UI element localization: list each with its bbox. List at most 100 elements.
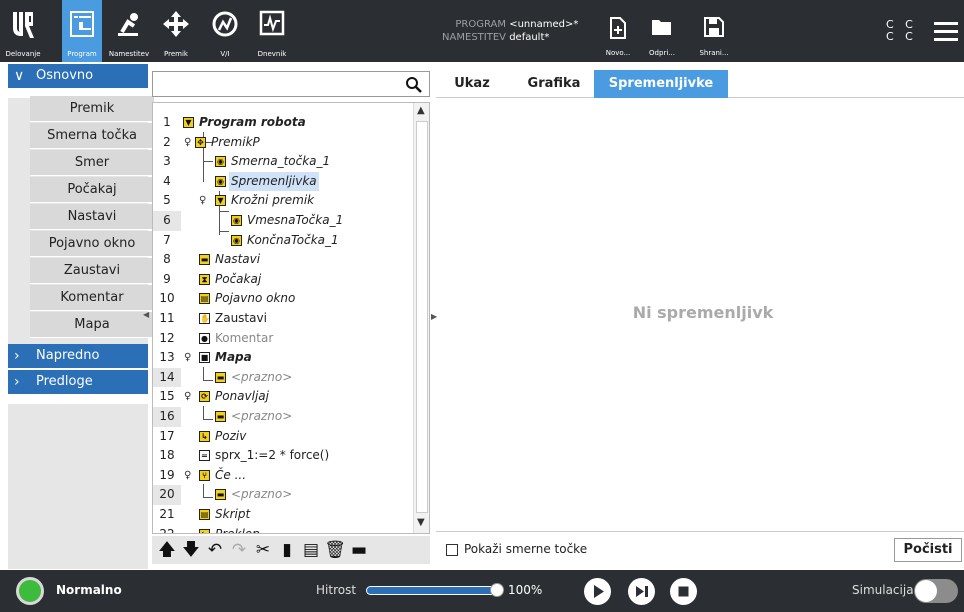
- nav-program[interactable]: Program: [62, 0, 102, 62]
- node-smerna-tocka[interactable]: Smerna točka: [30, 123, 154, 149]
- tree-row[interactable]: 5 ♀ ▼ Krožni premik: [153, 191, 415, 211]
- nav-premik-label: Premik: [164, 50, 188, 58]
- step-button[interactable]: [628, 578, 655, 605]
- show-waypoints-checkbox[interactable]: [446, 544, 458, 556]
- tree-row[interactable]: 10 ▤ Pojavno okno: [153, 289, 415, 309]
- open-button[interactable]: Odpri...: [642, 0, 682, 62]
- tree-row-selected[interactable]: 4 ◉ Spremenljivka: [153, 171, 415, 192]
- node-premik[interactable]: Premik: [30, 96, 154, 122]
- speed-slider[interactable]: [366, 586, 498, 595]
- node-smer[interactable]: Smer: [30, 150, 154, 176]
- undo-icon[interactable]: ↶: [204, 539, 226, 561]
- scroll-down-icon[interactable]: ▼: [417, 517, 425, 528]
- cc-indicator[interactable]: C C C C: [886, 19, 917, 43]
- play-button[interactable]: [584, 578, 611, 605]
- category-napredno[interactable]: › Napredno: [8, 344, 148, 368]
- tree-row[interactable]: 17 ↳ Poziv: [153, 427, 415, 447]
- nav-delovanje[interactable]: Delovanje: [0, 0, 46, 62]
- chevron-right-icon: ›: [14, 374, 20, 390]
- tree-row[interactable]: 18 = sprx_1:=2 * force(): [153, 446, 415, 466]
- expand-pin-icon[interactable]: ♀: [184, 133, 191, 153]
- tree-row[interactable]: 22 ⇆ Preklop: [153, 525, 415, 533]
- node-komentar[interactable]: Komentar: [30, 285, 154, 311]
- stop-icon: [678, 586, 689, 597]
- variables-footer: Pokaži smerne točke Počisti: [436, 531, 964, 569]
- tree-row[interactable]: 3 ◉ Smerna_točka_1: [153, 152, 415, 172]
- node-zaustavi[interactable]: Zaustavi: [30, 258, 154, 284]
- tree-row[interactable]: 2 ♀ ✥ PremikP: [153, 133, 415, 153]
- redo-icon[interactable]: ↷: [228, 539, 250, 561]
- line-number: 6: [153, 211, 181, 231]
- node-mapa[interactable]: Mapa: [30, 312, 154, 338]
- move-down-icon[interactable]: 🡇: [180, 539, 202, 561]
- line-number: 14: [153, 367, 181, 388]
- paste-icon[interactable]: ▤: [300, 539, 322, 561]
- program-icon: [70, 11, 94, 37]
- nav-premik[interactable]: Premik: [158, 0, 194, 62]
- suppress-icon[interactable]: ▬: [348, 539, 370, 561]
- nav-vi-label: V/I: [220, 50, 230, 58]
- scroll-up-icon[interactable]: ▲: [417, 105, 425, 116]
- node-label: Če ...: [215, 467, 247, 482]
- node-label: <prazno>: [231, 487, 293, 502]
- collapse-middle-handle[interactable]: ▶: [431, 312, 437, 321]
- tree-row[interactable]: 11 ✋ Zaustavi: [153, 309, 415, 329]
- nav-dnevnik[interactable]: Dnevnik: [254, 0, 290, 62]
- delete-icon[interactable]: 🗑: [324, 539, 346, 561]
- scrollbar-thumb[interactable]: [416, 121, 428, 513]
- move-icon: [163, 11, 189, 37]
- search-icon[interactable]: [405, 76, 423, 94]
- expand-pin-icon[interactable]: ♀: [199, 191, 206, 211]
- new-button[interactable]: Novo...: [598, 0, 638, 62]
- expand-pin-icon[interactable]: ♀: [184, 387, 191, 407]
- category-predloge[interactable]: › Predloge: [8, 370, 148, 394]
- tree-row[interactable]: 15 ♀ ⟳ Ponavljaj: [153, 387, 415, 407]
- show-waypoints-label[interactable]: Pokaži smerne točke: [464, 542, 587, 556]
- tree-row[interactable]: 8 ▬ Nastavi: [153, 250, 415, 270]
- line-number: 21: [159, 507, 175, 521]
- copy-icon[interactable]: ▮: [276, 539, 298, 561]
- expand-pin-icon[interactable]: ♀: [184, 466, 191, 486]
- node-pojavno-okno[interactable]: Pojavno okno: [30, 231, 154, 257]
- expand-pin-icon[interactable]: ♀: [184, 348, 191, 368]
- tree-scrollbar[interactable]: ▲ ▼: [413, 103, 429, 533]
- tree-row[interactable]: 6 ◉ VmesnaTočka_1: [153, 211, 415, 231]
- simulation-toggle[interactable]: [914, 579, 958, 603]
- node-pocakaj[interactable]: Počakaj: [30, 177, 154, 203]
- tree-row[interactable]: 20 ▬ <prazno>: [153, 485, 415, 505]
- ur-logo-icon: [13, 12, 34, 38]
- tab-spremenljivke[interactable]: Spremenljivke: [594, 70, 728, 98]
- robot-status-label[interactable]: Normalno: [56, 583, 122, 597]
- tree-row[interactable]: 19 ♀ ⑂ Če ...: [153, 466, 415, 486]
- tree-row[interactable]: 21 ▤ Skript: [153, 505, 415, 525]
- node-nastavi[interactable]: Nastavi: [30, 204, 154, 230]
- save-button[interactable]: Shrani...: [694, 0, 734, 62]
- stop-button[interactable]: [670, 578, 697, 605]
- line-number: 13: [159, 350, 175, 365]
- tab-ukaz[interactable]: Ukaz: [444, 70, 500, 98]
- tree-row[interactable]: 13 ♀ ■ Mapa: [153, 348, 415, 368]
- collapse-left-handle[interactable]: ◀: [143, 310, 149, 319]
- tree-row[interactable]: 14 ▬ <prazno>: [153, 367, 415, 388]
- search-input[interactable]: [152, 71, 430, 97]
- category-osnovno[interactable]: ∨ Osnovno: [8, 64, 148, 88]
- clear-button[interactable]: Počisti: [894, 538, 962, 562]
- tree-row[interactable]: 7 ◉ KončnaTočka_1: [153, 231, 415, 251]
- hamburger-menu-icon[interactable]: [934, 22, 958, 41]
- program-tree-panel: 1 ▼ Program robota 2 ♀ ✥ PremikP 3 ◉ Sme…: [152, 62, 430, 569]
- collapse-toggle-icon[interactable]: ▼: [215, 195, 226, 207]
- tab-grafika[interactable]: Grafika: [518, 70, 590, 98]
- tree-row[interactable]: 1 ▼ Program robota: [153, 113, 415, 133]
- line-number: 18: [159, 448, 175, 463]
- tree-row[interactable]: 16 ▬ <prazno>: [153, 407, 415, 427]
- speed-slider-handle[interactable]: [490, 583, 504, 597]
- tree-row[interactable]: 9 ⧗ Počakaj: [153, 270, 415, 290]
- cut-icon[interactable]: ✂: [252, 539, 274, 561]
- nav-namestitev[interactable]: Namestitev: [104, 0, 154, 62]
- robot-status-indicator[interactable]: [16, 577, 44, 605]
- tree-row[interactable]: 12 ● Komentar: [153, 329, 415, 349]
- move-up-icon[interactable]: 🡅: [156, 539, 178, 561]
- nav-vi[interactable]: V/I: [206, 0, 244, 62]
- save-icon: [704, 17, 724, 37]
- collapse-toggle-icon[interactable]: ▼: [183, 117, 194, 128]
